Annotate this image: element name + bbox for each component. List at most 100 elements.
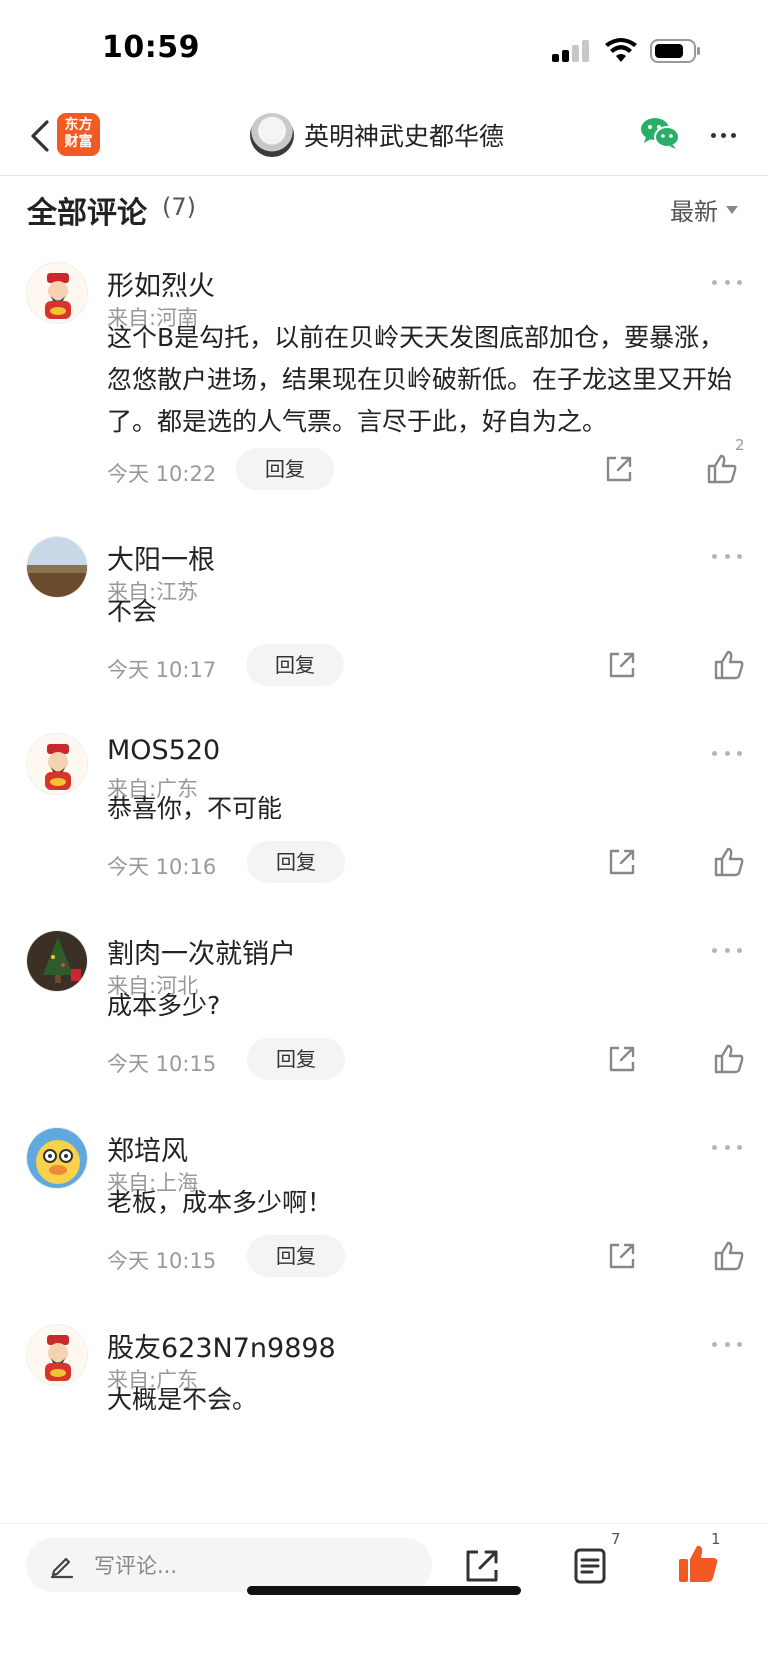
more-dot-icon	[712, 947, 717, 953]
more-dot-icon	[737, 1144, 742, 1150]
brand-logo[interactable]: 东方 财富	[57, 113, 100, 156]
more-dot-icon	[712, 279, 717, 285]
avatar[interactable]	[26, 1324, 88, 1386]
comment-time: 今天 10:15	[107, 1052, 217, 1076]
status-icons	[552, 36, 702, 66]
like-count-badge: 1	[711, 1530, 721, 1548]
comment-username[interactable]: 股友623N7n9898	[107, 1326, 336, 1365]
more-dot-icon	[737, 947, 742, 953]
thumbs-up-icon[interactable]	[712, 1239, 746, 1273]
comment-item: 大阳一根 来自:江苏 不会 今天 10:17 回复	[0, 536, 768, 696]
sort-dropdown[interactable]: 最新	[670, 192, 738, 227]
comments-count: (7)	[162, 193, 196, 221]
comment-time: 今天 10:16	[107, 855, 217, 879]
more-dot-icon	[712, 1144, 717, 1150]
caishen-avatar-icon	[27, 1325, 87, 1385]
more-dot-icon	[737, 279, 742, 285]
share-icon[interactable]	[605, 1042, 639, 1076]
reply-button[interactable]: 回复	[246, 644, 344, 686]
caishen-avatar-icon	[27, 263, 87, 323]
comment-username[interactable]: 大阳一根	[107, 538, 215, 577]
comment-text: 大概是不会。	[107, 1385, 258, 1414]
comment-more-button[interactable]	[712, 1141, 742, 1153]
comment-footer: 今天 10:15 回复	[107, 1038, 747, 1082]
avatar[interactable]	[26, 536, 88, 598]
reply-button[interactable]: 回复	[247, 1235, 345, 1277]
comment-text: 成本多少?	[107, 991, 221, 1020]
sort-label: 最新	[670, 198, 718, 226]
reply-button[interactable]: 回复	[236, 448, 334, 490]
comments-title: 全部评论	[27, 196, 147, 231]
more-dot-icon	[730, 132, 736, 138]
comments-header: 全部评论 (7) 最新	[0, 176, 768, 240]
thumbs-up-icon[interactable]	[712, 648, 746, 682]
comment-time: 今天 10:17	[107, 658, 217, 682]
comment-item: 股友623N7n9898 来自:广东 大概是不会。	[0, 1324, 768, 1514]
caret-down-icon	[726, 205, 738, 214]
thumbs-up-icon[interactable]	[705, 452, 739, 486]
thumbs-up-icon[interactable]	[712, 845, 746, 879]
comment-text: 恭喜你，不可能	[107, 794, 283, 823]
cartoon-duck-avatar-icon	[27, 1128, 87, 1188]
wifi-icon	[605, 38, 637, 62]
share-icon[interactable]	[605, 845, 639, 879]
share-icon[interactable]	[605, 648, 639, 682]
share-icon[interactable]	[605, 1239, 639, 1273]
more-options-button[interactable]	[706, 120, 740, 150]
more-dot-icon	[724, 947, 730, 953]
comment-list-icon[interactable]	[570, 1546, 610, 1586]
comment-footer: 今天 10:22 回复 2	[107, 436, 747, 492]
more-dot-icon	[737, 1341, 742, 1347]
comment-footer: 今天 10:15 回复	[107, 1235, 747, 1279]
comment-footer: 今天 10:17 回复	[107, 644, 747, 688]
comment-item: 郑培风 来自:上海 老板，成本多少啊！ 今天 10:15 回复	[0, 1127, 768, 1287]
avatar[interactable]	[26, 1127, 88, 1189]
author-avatar[interactable]	[250, 113, 294, 157]
caishen-avatar-icon	[27, 734, 87, 794]
field-photo-avatar-icon	[27, 537, 87, 597]
more-dot-icon	[724, 750, 730, 756]
comment-time: 今天 10:22	[107, 462, 217, 486]
comment-username[interactable]: 形如烈火	[107, 264, 215, 303]
share-icon[interactable]	[602, 452, 636, 486]
comment-text: 不会	[107, 597, 158, 626]
more-dot-icon	[724, 553, 730, 559]
comment-more-button[interactable]	[712, 550, 742, 562]
write-comment-input[interactable]: 写评论...	[26, 1538, 432, 1592]
avatar[interactable]	[26, 733, 88, 795]
comment-more-button[interactable]	[712, 944, 742, 956]
comment-username[interactable]: MOS520	[107, 735, 220, 766]
brand-logo-line2: 财富	[64, 134, 93, 150]
comment-text: 老板，成本多少啊！	[107, 1188, 333, 1217]
reply-button[interactable]: 回复	[247, 841, 345, 883]
more-dot-icon	[712, 1341, 717, 1347]
wechat-share-button[interactable]	[640, 115, 680, 151]
more-dot-icon	[712, 553, 717, 559]
comment-username[interactable]: 郑培风	[107, 1129, 188, 1168]
author-name[interactable]: 英明神武史都华德	[304, 117, 504, 153]
more-dot-icon	[724, 1144, 730, 1150]
home-indicator	[247, 1586, 521, 1595]
author-header[interactable]: 英明神武史都华德	[250, 112, 504, 158]
comment-item: 形如烈火 来自:河南 这个B是勾托，以前在贝岭天天发图底部加仓，要暴涨，忽悠散户…	[0, 262, 768, 502]
comment-text: 这个B是勾托，以前在贝岭天天发图底部加仓，要暴涨，忽悠散户进场，结果现在贝岭破新…	[107, 323, 733, 436]
more-dot-icon	[724, 1341, 730, 1347]
like-count: 2	[735, 436, 745, 454]
comment-more-button[interactable]	[712, 1338, 742, 1350]
comment-time: 今天 10:15	[107, 1249, 217, 1273]
cellular-signal-icon	[552, 40, 589, 62]
avatar[interactable]	[26, 930, 88, 992]
avatar[interactable]	[26, 262, 88, 324]
thumbs-up-icon[interactable]	[712, 1042, 746, 1076]
share-icon[interactable]	[462, 1546, 502, 1586]
comment-more-button[interactable]	[712, 747, 742, 759]
comment-more-button[interactable]	[712, 276, 742, 288]
comment-count-badge: 7	[611, 1530, 621, 1548]
comment-username[interactable]: 割肉一次就销户	[107, 932, 296, 971]
back-button[interactable]	[20, 114, 60, 158]
comment-footer: 今天 10:16 回复	[107, 841, 747, 885]
comment-input-placeholder: 写评论...	[94, 1554, 178, 1578]
reply-button[interactable]: 回复	[247, 1038, 345, 1080]
thumbs-up-filled-icon[interactable]	[676, 1542, 720, 1586]
wechat-icon	[641, 118, 680, 149]
